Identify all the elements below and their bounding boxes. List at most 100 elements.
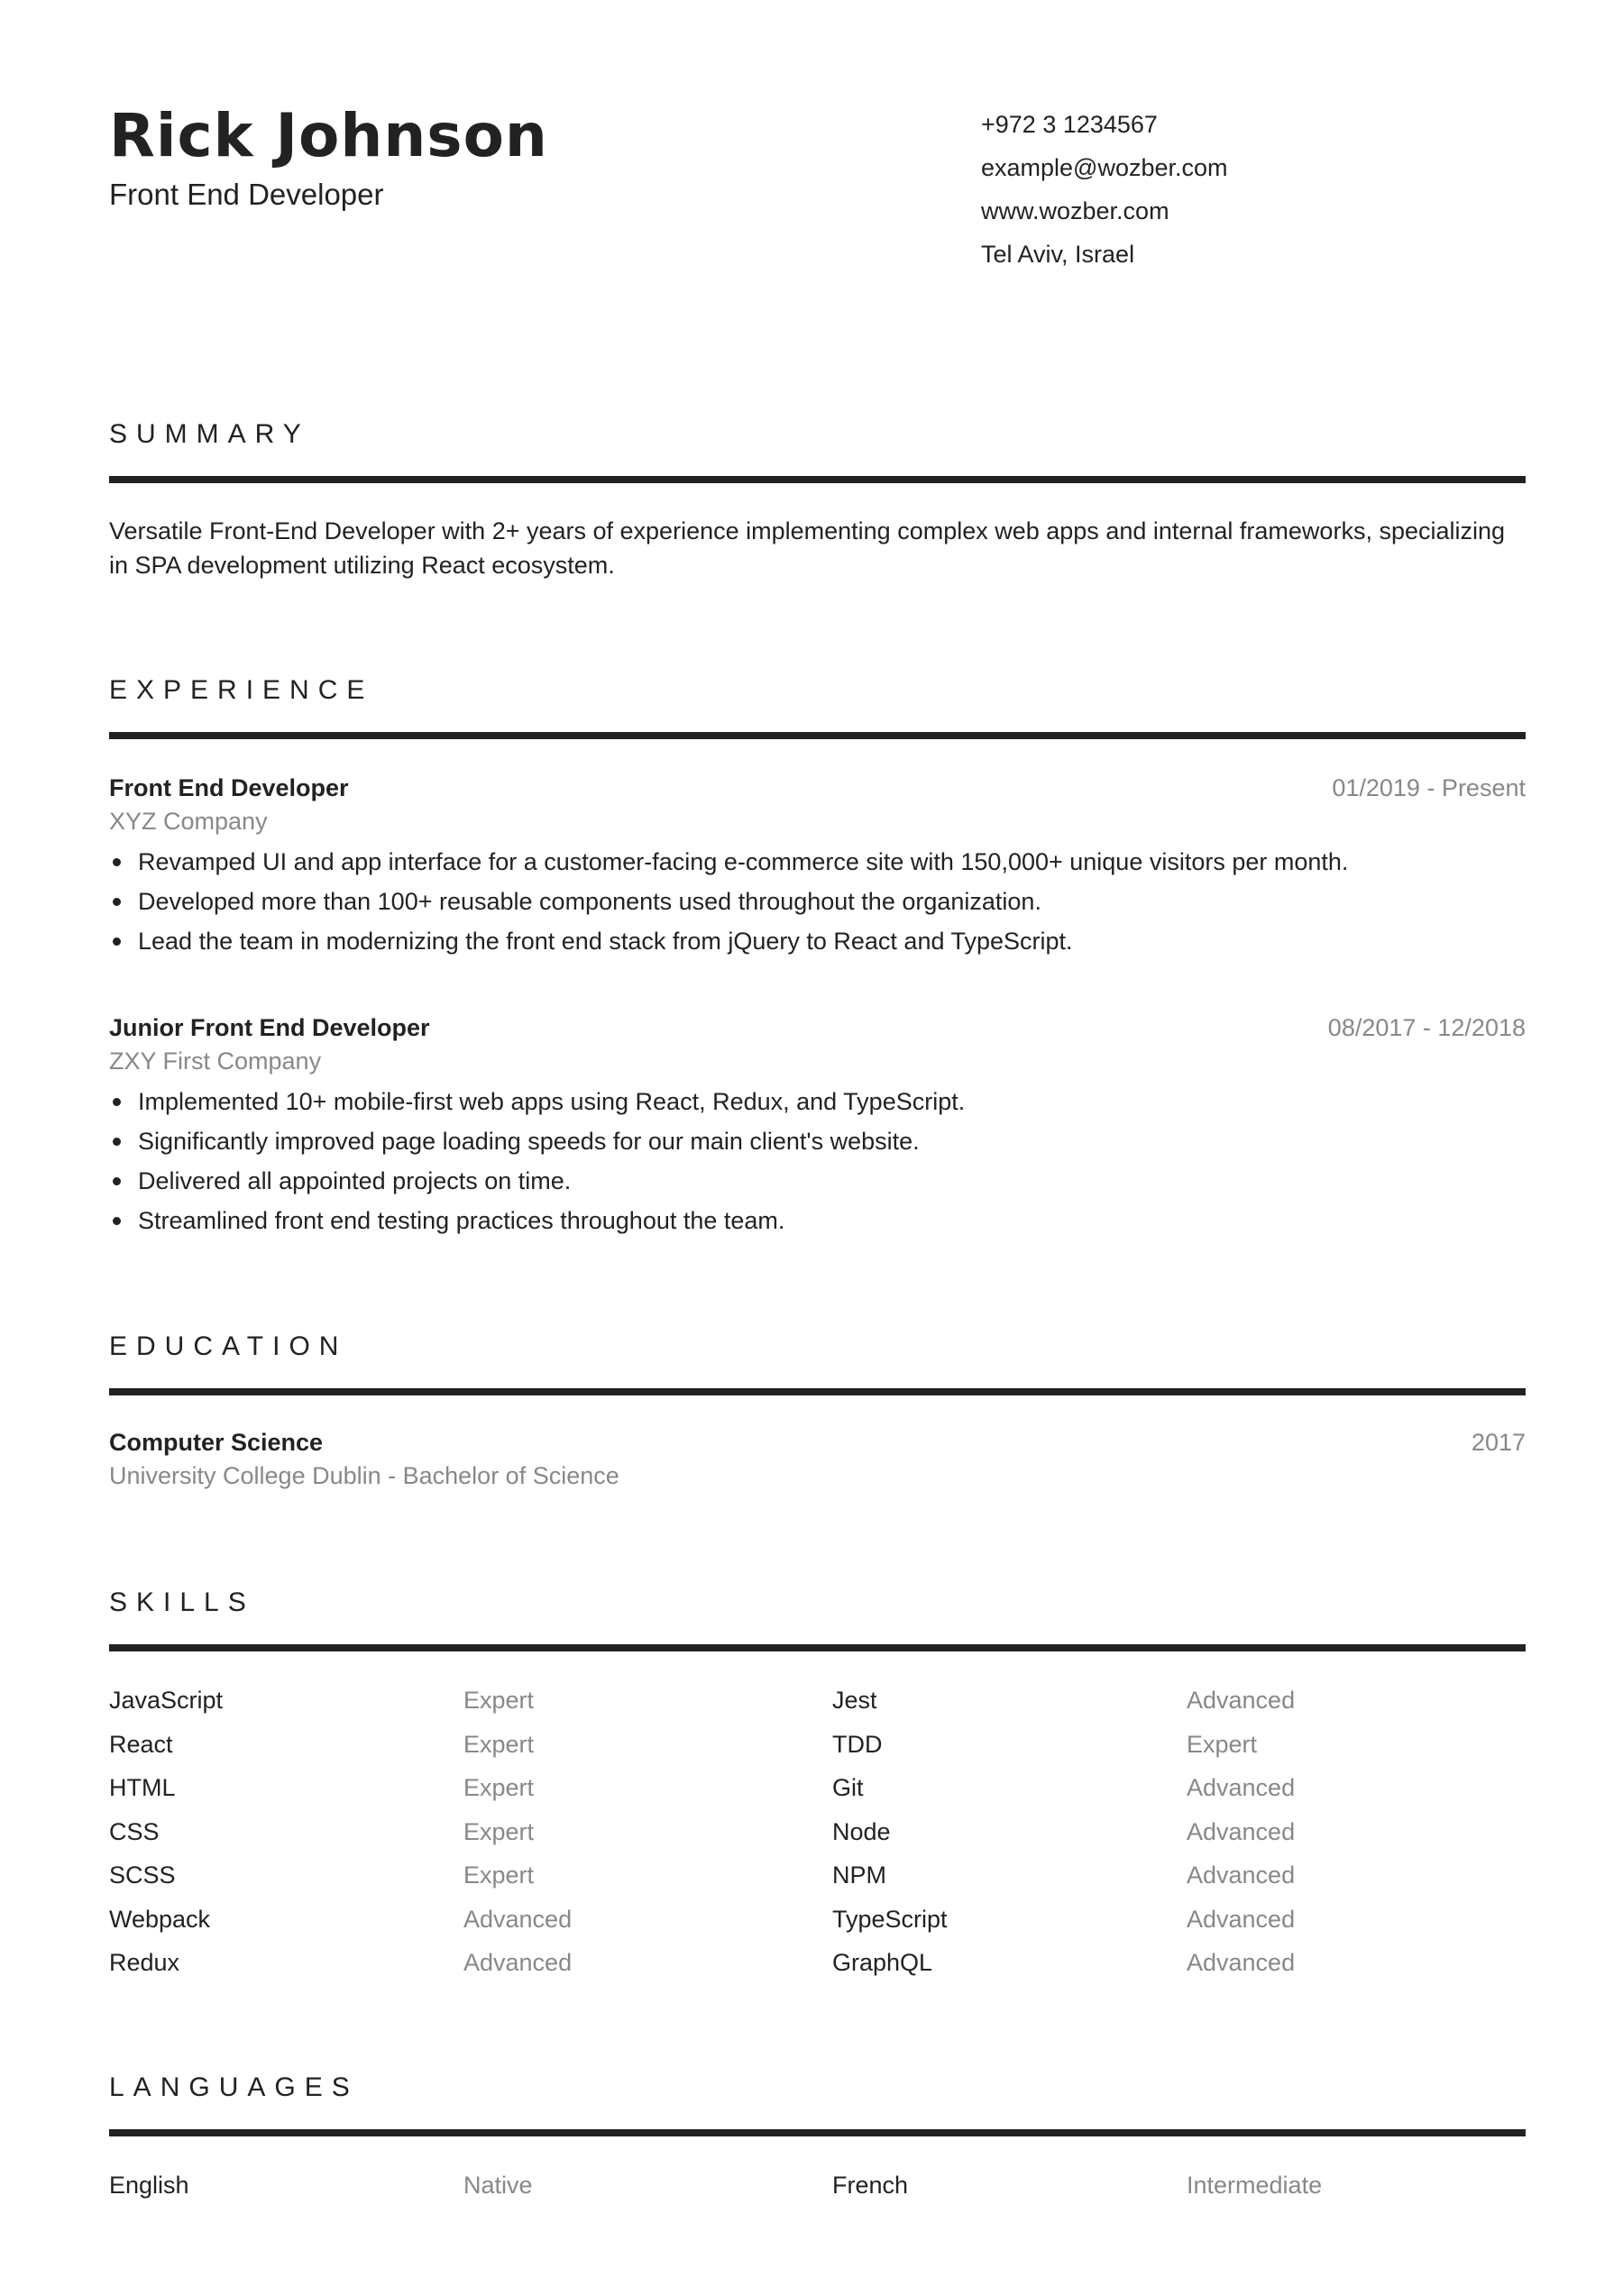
contact-phone: +972 3 1234567	[981, 111, 1158, 138]
job-title: Front End Developer	[109, 774, 349, 801]
skill-name: React	[109, 1730, 173, 1758]
skill-level: Expert	[463, 1817, 535, 1845]
skill-level: Expert	[463, 1861, 535, 1889]
skills-grid: JavaScript Expert Jest Advanced React Ex…	[109, 1682, 1526, 1989]
section-heading: EXPERIENCE	[109, 675, 374, 705]
job-entry: Front End Developer 01/2019 - Present XY…	[109, 772, 1526, 961]
job-bullet: Revamped UI and app interface for a cust…	[109, 842, 1526, 882]
job-dates: 01/2019 - Present	[1332, 774, 1526, 801]
language-name: English	[109, 2172, 189, 2199]
section-divider	[109, 1388, 1526, 1395]
job-bullets: Revamped UI and app interface for a cust…	[109, 842, 1526, 961]
skill-name: Redux	[109, 1949, 180, 1976]
skill-name: TDD	[832, 1730, 883, 1758]
languages-grid: English Native French Intermediate	[109, 2167, 1526, 2211]
job-entry: Junior Front End Developer 08/2017 - 12/…	[109, 1011, 1526, 1240]
skills-section: SKILLS	[109, 1585, 1526, 1651]
education-section: EDUCATION	[109, 1329, 1526, 1395]
bullet-text: Lead the team in modernizing the front e…	[138, 928, 1073, 955]
skill-row: SCSS Expert NPM Advanced	[109, 1857, 1526, 1901]
skill-level: Advanced	[1187, 1905, 1296, 1933]
contact-location: Tel Aviv, Israel	[981, 241, 1135, 268]
job-title: Junior Front End Developer	[109, 1014, 430, 1041]
skill-row: JavaScript Expert Jest Advanced	[109, 1682, 1526, 1726]
education-entry: Computer Science 2017 University College…	[109, 1426, 1526, 1493]
section-heading: SUMMARY	[109, 419, 310, 449]
education-degree: Computer Science	[109, 1429, 324, 1456]
experience-section: EXPERIENCE	[109, 672, 1526, 739]
job-company: XYZ Company	[109, 808, 268, 835]
contact-block: +972 3 1234567 example@wozber.com www.wo…	[981, 106, 1228, 279]
languages-section: LANGUAGES	[109, 2070, 1526, 2136]
skill-name: GraphQL	[832, 1949, 933, 1976]
bullet-text: Streamlined front end testing practices …	[138, 1207, 785, 1234]
skill-name: NPM	[832, 1861, 886, 1889]
job-bullet: Streamlined front end testing practices …	[109, 1201, 1526, 1240]
section-divider	[109, 1644, 1526, 1651]
bullet-icon	[113, 858, 121, 866]
skill-row: Webpack Advanced TypeScript Advanced	[109, 1901, 1526, 1945]
skill-level: Advanced	[1187, 1949, 1296, 1976]
job-bullets: Implemented 10+ mobile-first web apps us…	[109, 1082, 1526, 1240]
skill-level: Advanced	[1187, 1687, 1296, 1714]
job-bullet: Developed more than 100+ reusable compon…	[109, 882, 1526, 921]
job-bullet: Delivered all appointed projects on time…	[109, 1161, 1526, 1201]
bullet-icon	[113, 898, 121, 906]
summary-text: Versatile Front-End Developer with 2+ ye…	[109, 517, 1506, 579]
job-bullet: Significantly improved page loading spee…	[109, 1121, 1526, 1161]
skill-row: Redux Advanced GraphQL Advanced	[109, 1944, 1526, 1989]
job-dates: 08/2017 - 12/2018	[1327, 1014, 1526, 1041]
section-divider	[109, 476, 1526, 483]
section-heading: SKILLS	[109, 1587, 255, 1617]
skill-name: Node	[832, 1817, 891, 1845]
bullet-text: Revamped UI and app interface for a cust…	[138, 848, 1349, 875]
skill-level: Expert	[463, 1774, 535, 1801]
skill-level: Advanced	[463, 1905, 573, 1933]
skill-level: Expert	[463, 1687, 535, 1714]
bullet-icon	[113, 938, 121, 946]
bullet-icon	[113, 1138, 121, 1146]
skill-level: Advanced	[1187, 1817, 1296, 1845]
bullet-icon	[113, 1217, 121, 1225]
skill-name: SCSS	[109, 1861, 176, 1889]
skill-name: Webpack	[109, 1905, 211, 1933]
skill-name: JavaScript	[109, 1687, 224, 1714]
bullet-text: Significantly improved page loading spee…	[138, 1128, 920, 1155]
skill-name: HTML	[109, 1774, 176, 1801]
job-bullet: Lead the team in modernizing the front e…	[109, 921, 1526, 961]
education-school: University College Dublin - Bachelor of …	[109, 1462, 619, 1489]
language-name: French	[832, 2172, 909, 2199]
language-level: Intermediate	[1187, 2172, 1323, 2199]
candidate-title: Front End Developer	[109, 178, 384, 211]
skill-level: Expert	[463, 1730, 535, 1758]
skill-level: Expert	[1187, 1730, 1258, 1758]
skill-name: Git	[832, 1774, 864, 1801]
job-company: ZXY First Company	[109, 1047, 322, 1075]
skill-row: CSS Expert Node Advanced	[109, 1814, 1526, 1858]
contact-website: www.wozber.com	[981, 197, 1169, 224]
section-divider	[109, 2129, 1526, 2136]
candidate-name: Rick Johnson	[109, 101, 548, 170]
skill-level: Advanced	[1187, 1861, 1296, 1889]
bullet-icon	[113, 1098, 121, 1106]
bullet-text: Delivered all appointed projects on time…	[138, 1167, 572, 1194]
education-year: 2017	[1471, 1429, 1526, 1456]
language-row: English Native French Intermediate	[109, 2167, 1526, 2211]
skill-row: HTML Expert Git Advanced	[109, 1770, 1526, 1814]
skill-level: Advanced	[463, 1949, 573, 1976]
section-heading: EDUCATION	[109, 1331, 348, 1361]
bullet-text: Developed more than 100+ reusable compon…	[138, 888, 1041, 915]
skill-name: CSS	[109, 1817, 160, 1845]
skill-row: React Expert TDD Expert	[109, 1726, 1526, 1770]
bullet-text: Implemented 10+ mobile-first web apps us…	[138, 1088, 966, 1115]
skill-level: Advanced	[1187, 1774, 1296, 1801]
job-bullet: Implemented 10+ mobile-first web apps us…	[109, 1082, 1526, 1121]
section-heading: LANGUAGES	[109, 2072, 359, 2102]
language-level: Native	[463, 2172, 533, 2199]
skill-name: TypeScript	[832, 1905, 948, 1933]
bullet-icon	[113, 1177, 121, 1185]
summary-section: SUMMARY	[109, 416, 1526, 483]
section-divider	[109, 732, 1526, 739]
contact-email: example@wozber.com	[981, 154, 1228, 181]
skill-name: Jest	[832, 1687, 877, 1714]
